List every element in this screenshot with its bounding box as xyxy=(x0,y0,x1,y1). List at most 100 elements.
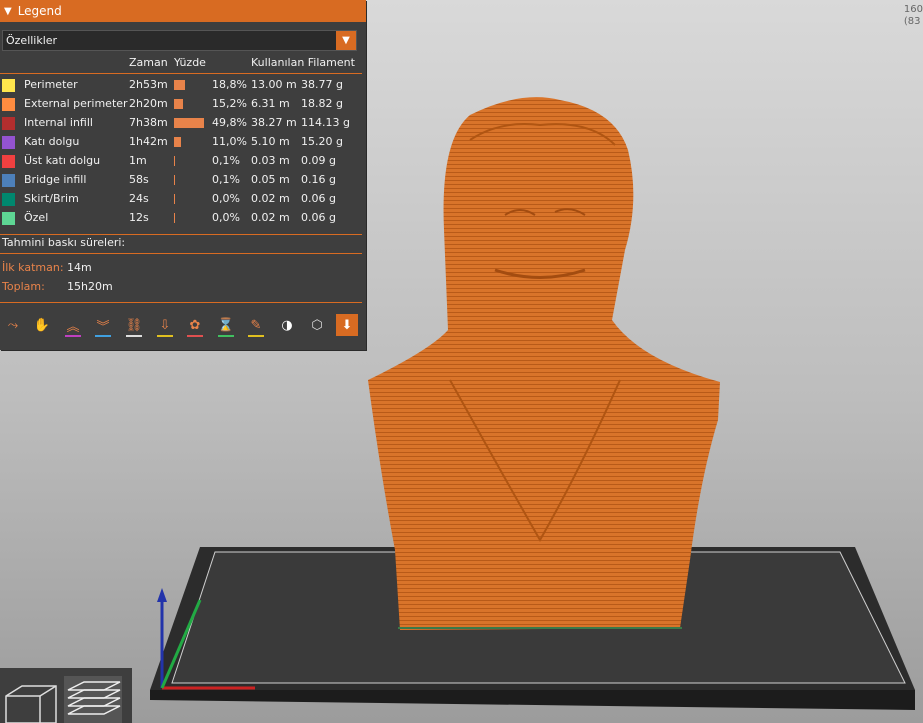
legend-length: 38.27 m xyxy=(251,116,297,129)
legend-header[interactable]: ▼ Legend xyxy=(0,0,366,22)
percent-bar xyxy=(174,99,183,109)
legend-time: 1h42m xyxy=(129,135,168,148)
shells-icon[interactable]: ⬡ xyxy=(306,314,328,336)
coord-line-2: (83 xyxy=(903,16,921,27)
color-swatch xyxy=(2,212,15,225)
legend-row[interactable]: Skirt/Brim 24s 0,0% 0.02 m 0.06 g xyxy=(0,190,362,209)
percent-bar xyxy=(174,80,185,90)
color-swatch xyxy=(2,193,15,206)
col-percent: Yüzde xyxy=(174,56,206,69)
legend-row[interactable]: Perimeter 2h53m 18,8% 13.00 m 38.77 g xyxy=(0,76,362,95)
legend-name: Internal infill xyxy=(24,116,93,129)
legend-row[interactable]: Özel 12s 0,0% 0.02 m 0.06 g xyxy=(0,209,362,228)
legend-name: Özel xyxy=(24,211,49,224)
legend-length: 0.02 m xyxy=(251,192,290,205)
legend-time: 1m xyxy=(129,154,147,167)
legend-length: 0.05 m xyxy=(251,173,290,186)
pause-icon[interactable]: ⌛ xyxy=(215,314,237,337)
view-type-value: Özellikler xyxy=(6,34,58,47)
toolbar-divider xyxy=(0,302,362,303)
legend-time: 24s xyxy=(129,192,149,205)
legend-column-headers: Zaman Yüzde Kullanılan Filament xyxy=(0,56,362,74)
custom-gcode-icon[interactable]: ✎ xyxy=(245,314,267,337)
legend-divider xyxy=(0,234,362,235)
legend-length: 13.00 m xyxy=(251,78,297,91)
legend-percent: 49,8% xyxy=(212,116,247,129)
legend-name: Skirt/Brim xyxy=(24,192,79,205)
legend-name: Katı dolgu xyxy=(24,135,80,148)
first-layer-label: İlk katman: xyxy=(2,261,64,274)
legend-name: Bridge infill xyxy=(24,173,87,186)
seams-icon[interactable]: ⛓ xyxy=(123,314,145,337)
percent-bar xyxy=(174,156,175,166)
color-swatch xyxy=(2,174,15,187)
tool-change-icon[interactable]: ⇩ xyxy=(154,314,176,337)
color-swatch xyxy=(2,155,15,168)
legend-panel: ▼ Legend Özellikler ▼ Zaman Yüzde Kullan… xyxy=(0,0,366,350)
legend-length: 0.02 m xyxy=(251,211,290,224)
legend-row[interactable]: Bridge infill 58s 0,1% 0.05 m 0.16 g xyxy=(0,171,362,190)
legend-length: 6.31 m xyxy=(251,97,290,110)
dropdown-arrow-icon[interactable]: ▼ xyxy=(336,31,356,50)
color-change-icon[interactable]: ✿ xyxy=(184,314,206,337)
legend-name: Üst katı dolgu xyxy=(24,154,101,167)
percent-bar xyxy=(174,175,175,185)
view-switch-bar xyxy=(0,668,132,723)
model-bust[interactable] xyxy=(368,97,720,631)
total-value: 15h20m xyxy=(67,280,113,293)
legend-weight: 114.13 g xyxy=(301,116,350,129)
legend-time: 12s xyxy=(129,211,149,224)
legend-name: Perimeter xyxy=(24,78,78,91)
layer-preview-icon[interactable] xyxy=(64,676,122,723)
legend-name: External perimeter xyxy=(24,97,128,110)
legend-time: 2h53m xyxy=(129,78,168,91)
legend-row[interactable]: Katı dolgu 1h42m 11,0% 5.10 m 15.20 g xyxy=(0,133,362,152)
legend-percent: 15,2% xyxy=(212,97,247,110)
deretraction-icon[interactable]: ︾ xyxy=(92,314,114,337)
legend-length: 5.10 m xyxy=(251,135,290,148)
legend-percent: 11,0% xyxy=(212,135,247,148)
col-used-filament: Kullanılan Filament xyxy=(251,56,355,69)
legend-row[interactable]: External perimeter 2h20m 15,2% 6.31 m 18.82 … xyxy=(0,95,362,114)
coord-line-1: 160 xyxy=(903,4,923,15)
legend-percent: 0,0% xyxy=(212,192,240,205)
legend-length: 0.03 m xyxy=(251,154,290,167)
center-of-gravity-icon[interactable]: ◑ xyxy=(276,314,298,336)
legend-percent: 18,8% xyxy=(212,78,247,91)
legend-percent: 0,1% xyxy=(212,154,240,167)
tool-marker-icon[interactable]: ⬇ xyxy=(336,314,358,336)
legend-percent: 0,0% xyxy=(212,211,240,224)
percent-bar xyxy=(174,118,204,128)
legend-percent: 0,1% xyxy=(212,173,240,186)
color-swatch xyxy=(2,79,15,92)
percent-bar xyxy=(174,194,175,204)
collapse-triangle-icon[interactable]: ▼ xyxy=(4,6,12,17)
retraction-icon[interactable]: ︽ xyxy=(62,314,84,337)
legend-weight: 0.06 g xyxy=(301,192,336,205)
percent-bar xyxy=(174,137,181,147)
percent-bar xyxy=(174,213,175,223)
legend-row[interactable]: Internal infill 7h38m 49,8% 38.27 m 114.13 g xyxy=(0,114,362,133)
travel-icon[interactable]: ⤳ xyxy=(2,314,24,336)
col-time: Zaman xyxy=(129,56,168,69)
3d-view-icon[interactable] xyxy=(2,676,60,723)
legend-weight: 18.82 g xyxy=(301,97,343,110)
legend-weight: 15.20 g xyxy=(301,135,343,148)
total-label: Toplam: xyxy=(2,280,45,293)
color-swatch xyxy=(2,98,15,111)
legend-time: 2h20m xyxy=(129,97,168,110)
estimated-divider xyxy=(0,253,362,254)
legend-weight: 0.06 g xyxy=(301,211,336,224)
legend-weight: 0.09 g xyxy=(301,154,336,167)
legend-weight: 38.77 g xyxy=(301,78,343,91)
wipe-icon[interactable]: ✋ xyxy=(31,314,53,336)
view-type-select[interactable]: Özellikler ▼ xyxy=(2,30,357,51)
coordinate-readout: 160 (83 xyxy=(904,4,923,28)
legend-time: 58s xyxy=(129,173,149,186)
first-layer-value: 14m xyxy=(67,261,92,274)
legend-time: 7h38m xyxy=(129,116,168,129)
legend-weight: 0.16 g xyxy=(301,173,336,186)
legend-title: Legend xyxy=(17,4,62,18)
color-swatch xyxy=(2,117,15,130)
legend-row[interactable]: Üst katı dolgu 1m 0,1% 0.03 m 0.09 g xyxy=(0,152,362,171)
